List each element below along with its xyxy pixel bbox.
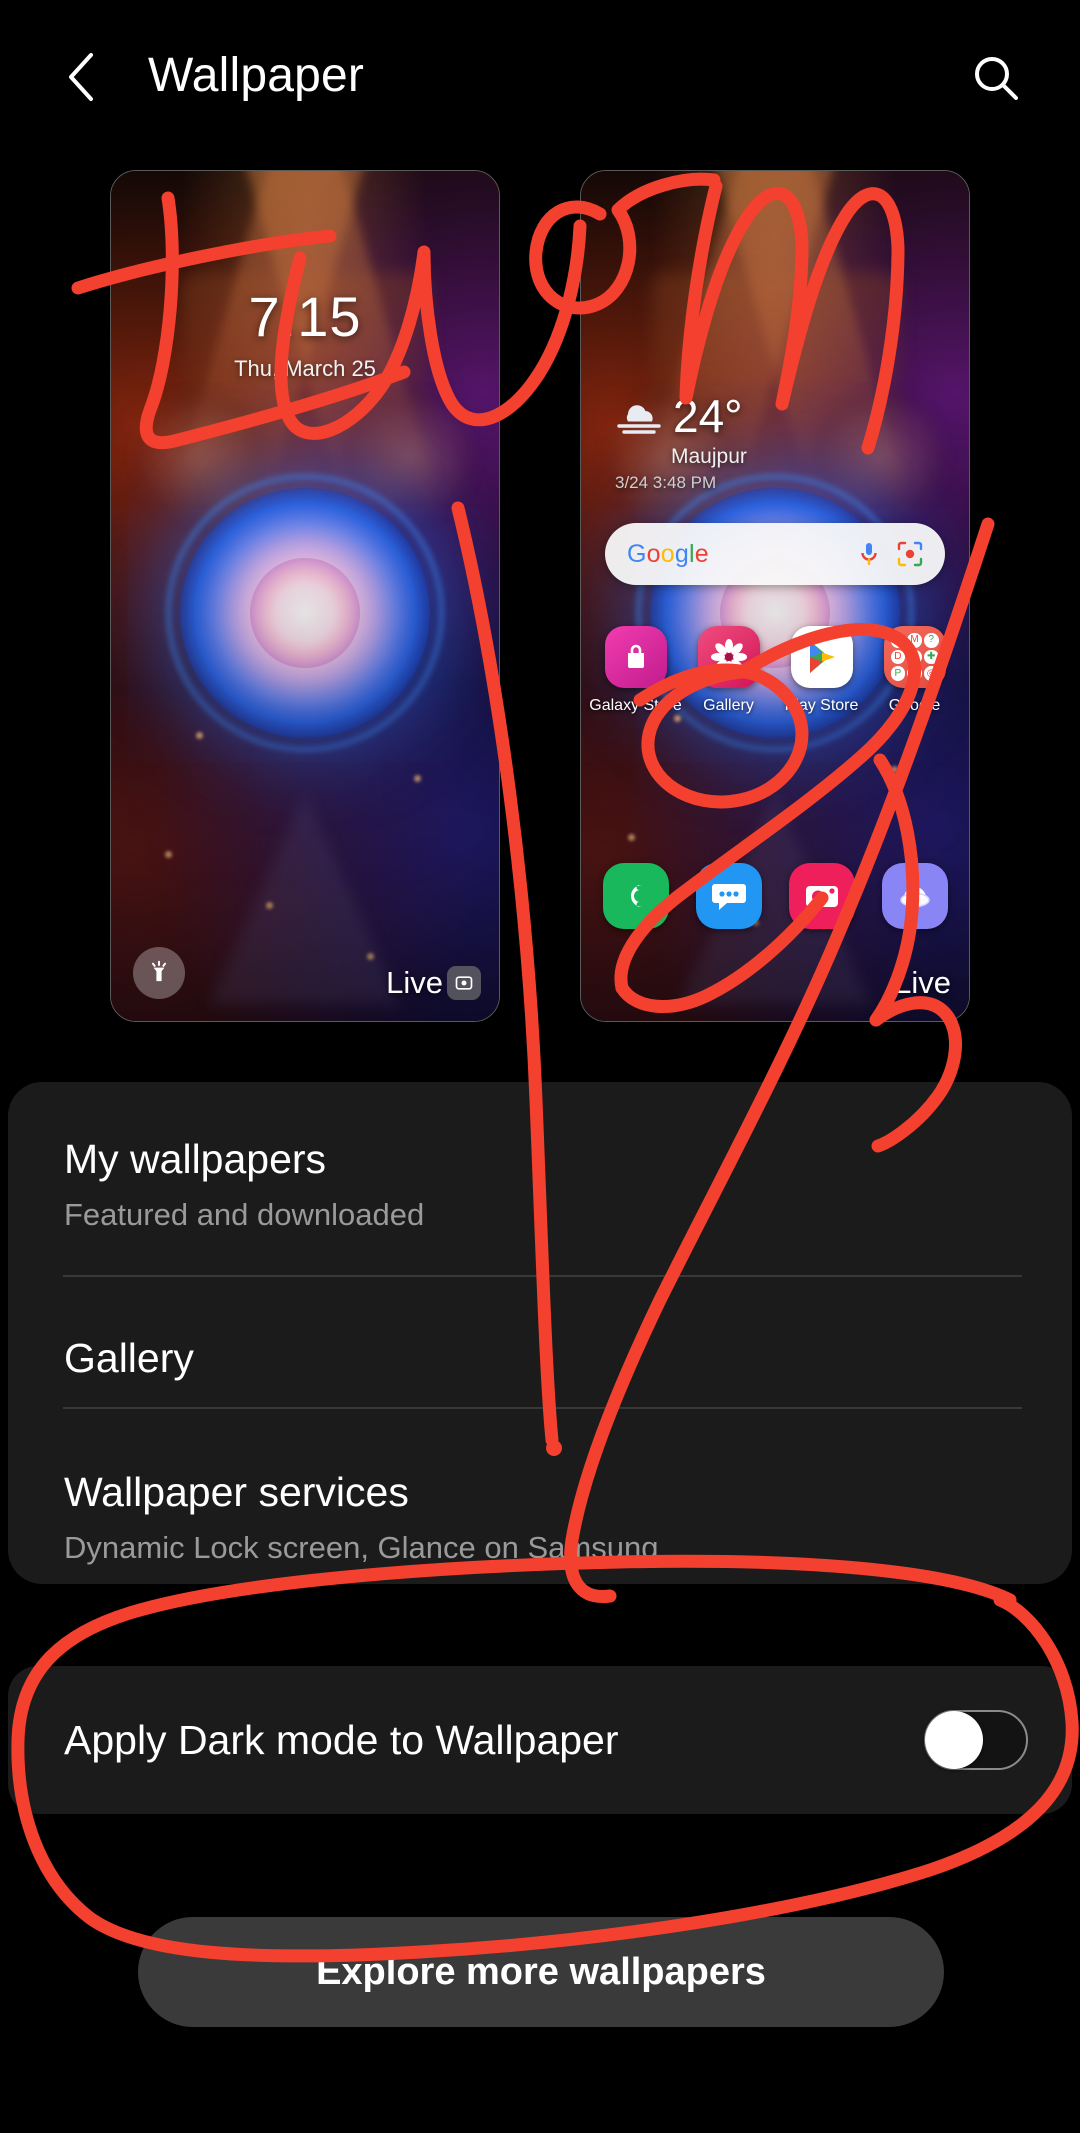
- explore-more-wallpapers-button[interactable]: Explore more wallpapers: [138, 1917, 944, 2027]
- dock-messages[interactable]: [686, 863, 772, 929]
- app-play-store[interactable]: Play Store: [779, 626, 865, 715]
- weather-city: Maujpur: [671, 445, 747, 468]
- live-badge-label: Live: [386, 965, 443, 1000]
- apply-dark-mode-label: Apply Dark mode to Wallpaper: [64, 1716, 619, 1763]
- app-google-folder[interactable]: G M? D ★ ✚ P ▶ ◎ Google: [872, 626, 958, 715]
- fog-cloud-icon: [617, 405, 661, 434]
- divider: [63, 1275, 1022, 1277]
- home-app-row: Galaxy Store Gallery Play Store G M ? D …: [589, 626, 961, 715]
- google-logo: Google: [627, 539, 709, 568]
- search-button[interactable]: [960, 42, 1032, 114]
- apply-dark-mode-toggle[interactable]: [924, 1710, 1028, 1770]
- microphone-icon[interactable]: [857, 541, 881, 567]
- live-badge-lock[interactable]: Live: [386, 965, 481, 1001]
- live-badge-label: Live: [894, 965, 951, 1000]
- gallery-icon: [697, 626, 760, 688]
- camera-icon: [788, 863, 855, 929]
- home-screen-preview[interactable]: 24° Maujpur 3/24 3:48 PM Google Galaxy S…: [580, 170, 970, 1022]
- settings-row-gallery[interactable]: Gallery: [8, 1335, 1072, 1382]
- live-badge-home[interactable]: Live: [894, 965, 951, 1001]
- weather-timestamp: 3/24 3:48 PM: [615, 473, 717, 492]
- weather-widget[interactable]: 24° Maujpur 3/24 3:48 PM: [615, 393, 747, 493]
- live-wallpaper-icon: [447, 966, 481, 1000]
- app-label: Galaxy Store: [589, 697, 682, 714]
- wallpaper-settings-screen: Wallpaper 7:15 Thu, March 25 Live 24° Ma…: [0, 0, 1080, 2133]
- app-bar: Wallpaper: [0, 0, 1080, 152]
- google-lens-icon[interactable]: [897, 541, 923, 567]
- dock-camera[interactable]: [779, 863, 865, 929]
- back-button[interactable]: [46, 42, 116, 112]
- search-icon: [975, 57, 1018, 100]
- settings-row-wallpaper-services[interactable]: Wallpaper services Dynamic Lock screen, …: [8, 1469, 1072, 1566]
- page-title: Wallpaper: [148, 49, 365, 102]
- row-title: My wallpapers: [64, 1136, 327, 1182]
- app-label: Gallery: [703, 697, 754, 714]
- lock-clock: 7:15: [248, 285, 362, 348]
- app-label: Google: [888, 697, 941, 714]
- app-label: Play Store: [784, 697, 859, 714]
- row-subtitle: Dynamic Lock screen, Glance on Samsung: [64, 1530, 659, 1565]
- google-folder-icon: G M? D ★ ✚ P ▶ ◎: [883, 626, 946, 688]
- apply-dark-mode-row[interactable]: Apply Dark mode to Wallpaper: [8, 1666, 1072, 1814]
- app-gallery[interactable]: Gallery: [686, 626, 772, 715]
- dock-phone[interactable]: [593, 863, 679, 929]
- row-title: Gallery: [64, 1335, 194, 1381]
- flashlight-button[interactable]: [133, 947, 185, 999]
- google-search-bar[interactable]: Google: [605, 523, 945, 585]
- samsung-internet-icon: [881, 863, 948, 929]
- divider: [63, 1407, 1022, 1409]
- galaxy-store-icon: [604, 626, 667, 688]
- play-store-icon: [790, 626, 853, 688]
- weather-temperature: 24°: [673, 390, 743, 442]
- lock-date: Thu, March 25: [234, 356, 376, 381]
- row-subtitle: Featured and downloaded: [64, 1197, 425, 1232]
- wallpaper-previews: 7:15 Thu, March 25 Live 24° Maujpur 3/24…: [0, 170, 1080, 1025]
- settings-row-my-wallpapers[interactable]: My wallpapers Featured and downloaded: [8, 1136, 1072, 1233]
- phone-icon: [602, 863, 669, 929]
- chevron-left-icon: [69, 53, 93, 101]
- row-title: Wallpaper services: [64, 1469, 409, 1515]
- dock-internet[interactable]: [872, 863, 958, 929]
- explore-more-wallpapers-label: Explore more wallpapers: [316, 1950, 766, 1993]
- flashlight-icon: [151, 960, 167, 982]
- lock-screen-preview[interactable]: 7:15 Thu, March 25 Live: [110, 170, 500, 1022]
- home-dock: [589, 863, 961, 929]
- messages-icon: [695, 863, 762, 929]
- wallpaper-settings-card: My wallpapers Featured and downloaded Ga…: [8, 1082, 1072, 1584]
- toggle-knob: [925, 1711, 983, 1769]
- app-galaxy-store[interactable]: Galaxy Store: [589, 626, 682, 715]
